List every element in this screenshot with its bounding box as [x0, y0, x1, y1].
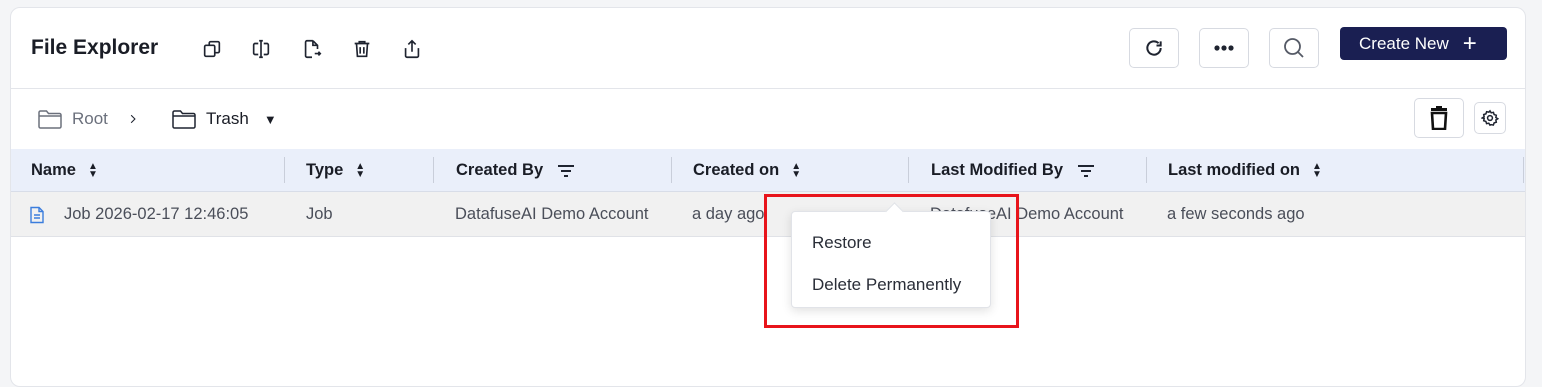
column-divider[interactable] — [1523, 157, 1524, 183]
chevron-right-icon — [129, 108, 143, 130]
search-icon — [1284, 38, 1304, 58]
breadcrumb-trash-label: Trash — [206, 109, 249, 128]
share-icon[interactable] — [400, 36, 424, 62]
search-button[interactable] — [1269, 28, 1319, 68]
column-divider[interactable] — [284, 157, 285, 183]
sort-icon[interactable]: ▲ ▼ — [1312, 161, 1322, 179]
table-header: Name ▲ ▼ Type ▲ ▼ Created By Created on ▲ ▼… — [11, 149, 1525, 192]
column-label: Last Modified By — [931, 161, 1064, 179]
breadcrumb-trash[interactable]: Trash ▼ — [171, 108, 277, 130]
more-icon — [1214, 45, 1234, 51]
column-label: Type — [306, 161, 344, 179]
sort-icon[interactable]: ▲ ▼ — [791, 161, 801, 179]
sort-icon[interactable]: ▲ ▼ — [88, 161, 98, 179]
cell-last-modified-on: a few seconds ago — [1167, 205, 1305, 223]
copy-icon[interactable] — [200, 36, 224, 62]
column-divider[interactable] — [433, 157, 434, 183]
file-name: Job 2026-02-17 12:46:05 — [64, 205, 249, 223]
file-icon — [30, 206, 44, 223]
plus-icon: + — [1462, 29, 1477, 57]
column-label: Created on — [693, 161, 780, 179]
folder-icon — [172, 110, 196, 129]
cell-name[interactable]: Job 2026-02-17 12:46:05 — [29, 192, 269, 237]
gear-icon — [1481, 109, 1499, 127]
column-label: Created By — [456, 161, 544, 179]
cell-created-by: DatafuseAI Demo Account — [455, 205, 649, 223]
breadcrumb: Root Trash ▼ — [11, 90, 1525, 150]
trash-icon — [1430, 106, 1448, 130]
rename-icon[interactable] — [249, 36, 273, 62]
column-header-type[interactable]: Type ▲ ▼ — [306, 149, 365, 192]
settings-button[interactable] — [1474, 102, 1506, 134]
column-header-created-by[interactable]: Created By — [456, 149, 575, 192]
column-divider[interactable] — [671, 157, 672, 183]
caret-down-icon[interactable]: ▼ — [264, 112, 277, 127]
refresh-icon — [1146, 40, 1162, 56]
breadcrumb-root-label: Root — [72, 109, 108, 128]
cell-type: Job — [306, 205, 333, 223]
empty-trash-button[interactable] — [1414, 98, 1464, 138]
column-header-created-on[interactable]: Created on ▲ ▼ — [693, 149, 801, 192]
delete-icon[interactable] — [350, 36, 374, 62]
column-header-last-modified-by[interactable]: Last Modified By — [931, 149, 1095, 192]
toolbar: File Explorer Create New + — [11, 8, 1525, 89]
column-divider[interactable] — [908, 157, 909, 183]
move-file-icon[interactable] — [300, 36, 324, 62]
sort-icon[interactable]: ▲ ▼ — [355, 161, 365, 179]
column-label: Name — [31, 161, 76, 179]
column-header-name[interactable]: Name ▲ ▼ — [31, 149, 98, 192]
refresh-button[interactable] — [1129, 28, 1179, 68]
folder-icon — [38, 110, 62, 129]
breadcrumb-root[interactable]: Root — [37, 108, 108, 130]
highlight-box — [764, 194, 1019, 328]
page-title: File Explorer — [31, 36, 159, 59]
column-header-last-modified-on[interactable]: Last modified on ▲ ▼ — [1168, 149, 1322, 192]
create-new-label: Create New — [1359, 33, 1449, 53]
column-label: Last modified on — [1168, 161, 1300, 179]
create-new-button[interactable]: Create New + — [1340, 27, 1507, 60]
more-options-button[interactable] — [1199, 28, 1249, 68]
filter-icon[interactable] — [1077, 164, 1095, 178]
filter-icon[interactable] — [557, 164, 575, 178]
column-divider[interactable] — [1146, 157, 1147, 183]
